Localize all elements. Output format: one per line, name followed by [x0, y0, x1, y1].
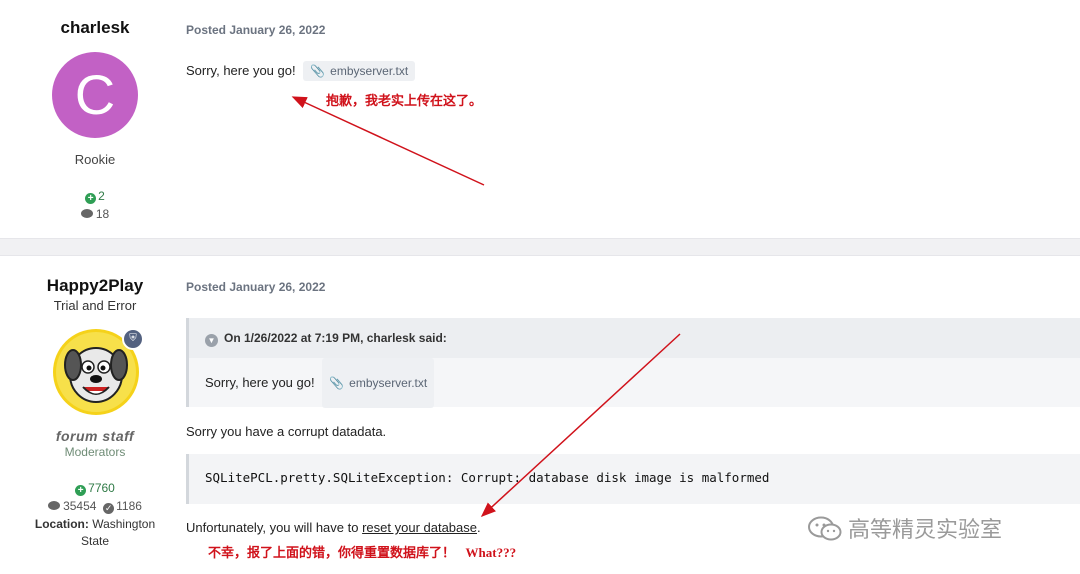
attachment-name: embyserver.txt	[349, 376, 428, 390]
avatar[interactable]: C	[52, 52, 138, 138]
author-username[interactable]: Happy2Play	[0, 276, 190, 296]
code-block: SQLitePCL.pretty.SQLiteException: Corrup…	[186, 454, 1080, 504]
post-count: 18	[95, 207, 110, 221]
post-charlesk: charlesk C Rookie +2 18 Posted January 2…	[0, 0, 1080, 238]
reset-database-link[interactable]: reset your database	[362, 520, 477, 535]
paperclip-icon: 📎	[329, 376, 345, 390]
quote-block: ▼ On 1/26/2022 at 7:19 PM, charlesk said:…	[186, 318, 1080, 408]
post-count-stat: 18	[0, 207, 190, 221]
author-panel: charlesk C Rookie +2 18	[0, 18, 190, 221]
solution-count: 1186	[116, 499, 142, 513]
quote-body: Sorry, here you go! 📎 embyserver.txt	[189, 358, 1080, 408]
wechat-icon	[808, 516, 842, 541]
author-username[interactable]: charlesk	[0, 18, 190, 38]
quote-text: Sorry, here you go!	[205, 375, 315, 390]
post-body: Sorry, here you go! 📎 embyserver.txt	[186, 61, 416, 81]
author-title: Trial and Error	[53, 298, 137, 313]
attachment-link[interactable]: 📎 embyserver.txt	[303, 61, 416, 81]
post-date[interactable]: Posted January 26, 2022	[186, 280, 325, 294]
post-separator	[0, 238, 1080, 256]
chevron-down-icon: ▼	[205, 334, 218, 347]
post-text: Sorry, here you go!	[186, 63, 296, 78]
text-suffix: .	[477, 520, 481, 535]
plus-circle-icon: +	[75, 485, 87, 496]
watermark: 高等精灵实验室	[808, 512, 1002, 544]
paperclip-icon: 📎	[310, 64, 326, 78]
comment-icon	[80, 209, 93, 218]
quote-header[interactable]: ▼ On 1/26/2022 at 7:19 PM, charlesk said:	[189, 318, 1080, 358]
author-group: Moderators	[64, 445, 126, 459]
annotation-2-what: What???	[465, 545, 517, 560]
plus-circle-icon: +	[85, 193, 97, 204]
attachment-link[interactable]: 📎 embyserver.txt	[322, 358, 435, 408]
reputation-count: 2	[98, 189, 105, 203]
annotation-2: 不幸，报了上面的错，你得重置数据库了！ What???	[208, 542, 516, 561]
post-text-1: Sorry you have a corrupt datadata.	[186, 424, 387, 439]
forum-staff-badge: forum staff	[55, 428, 135, 444]
post-happy2play: Happy2Play Trial and Error ⛨ forum staff…	[0, 256, 1080, 574]
location-label: Location:	[34, 517, 89, 531]
author-group-panel: forum staff Moderators +7760 35454 ✓ 1186…	[0, 428, 190, 548]
reputation-count: 7760	[88, 481, 115, 495]
quote-header-text: On 1/26/2022 at 7:19 PM, charlesk said:	[224, 331, 447, 345]
post-date[interactable]: Posted January 26, 2022	[186, 23, 325, 37]
reputation-stat: +2	[0, 189, 190, 204]
location: Location: Washington	[0, 517, 190, 531]
text-prefix: Unfortunately, you will have to	[186, 520, 359, 535]
reputation-stat: +7760	[0, 481, 190, 496]
author-panel: Happy2Play Trial and Error	[0, 276, 190, 313]
post-text-2: Unfortunately, you will have to reset yo…	[186, 520, 481, 535]
attachment-name: embyserver.txt	[330, 64, 409, 78]
annotation-2-text: 不幸，报了上面的错，你得重置数据库了！	[208, 546, 456, 561]
location-line2: State	[80, 534, 110, 548]
annotation-1: 抱歉，我老实上传在这了。	[326, 94, 483, 109]
author-rank: Rookie	[74, 152, 116, 167]
moderator-shield-icon: ⛨	[122, 328, 144, 350]
watermark-text: 高等精灵实验室	[848, 518, 1003, 543]
post-stats: 35454 ✓ 1186	[0, 499, 190, 514]
post-count: 35454	[63, 499, 97, 513]
location-value: Washington	[92, 517, 156, 531]
comment-icon	[48, 501, 61, 510]
check-circle-icon: ✓	[103, 503, 115, 514]
